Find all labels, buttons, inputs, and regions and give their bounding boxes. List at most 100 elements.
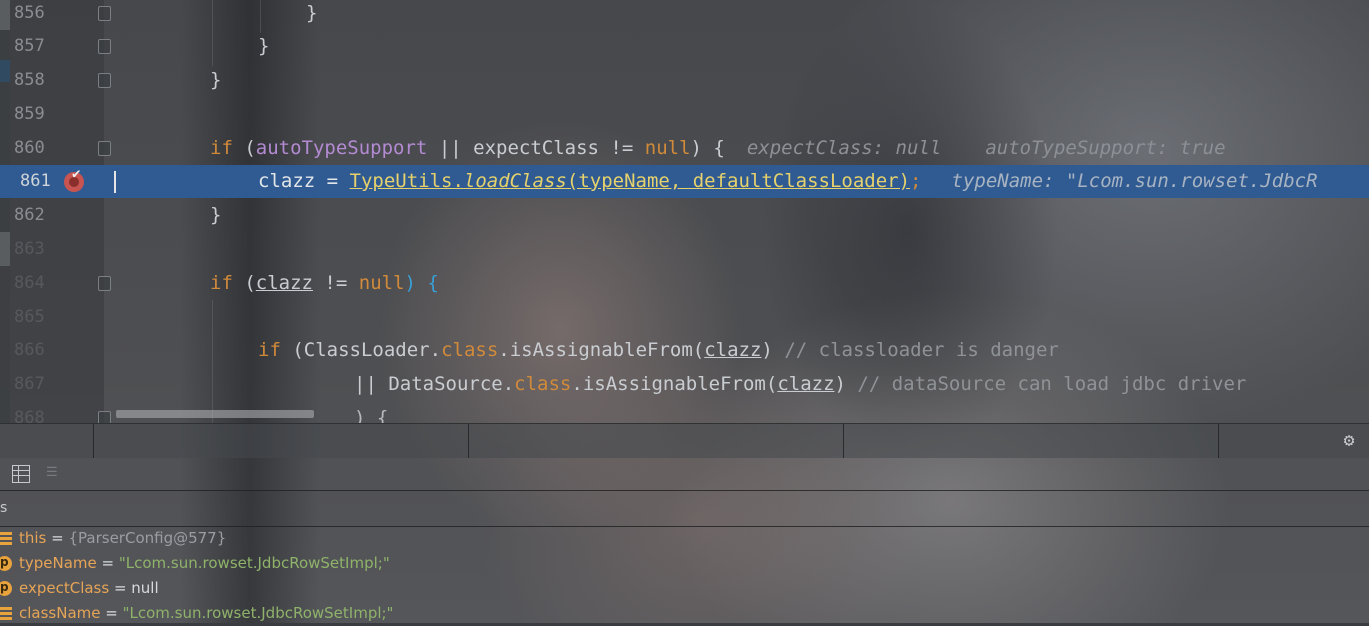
punct: ) xyxy=(834,373,846,395)
field-icon xyxy=(0,531,14,545)
punct: ) xyxy=(761,339,773,361)
variable-name: expectClass = null xyxy=(19,576,159,601)
variable-name: className = "Lcom.sun.rowset.JdbcRowSetI… xyxy=(19,601,393,626)
debugger-toolbar: ⚙ xyxy=(0,423,1369,458)
line-number: 863 xyxy=(14,239,45,259)
class-ref: TypeUtils xyxy=(349,170,453,192)
variable-value: null xyxy=(131,579,159,597)
keyword: class xyxy=(514,373,572,395)
punct: . xyxy=(571,373,583,395)
identifier: autoTypeSupport xyxy=(255,137,428,159)
line-number: 864 xyxy=(14,273,45,293)
fold-marker[interactable] xyxy=(98,141,111,156)
variables-toolbar: ☰ xyxy=(0,458,1369,491)
check-icon: ✔ xyxy=(72,166,81,182)
punct: . xyxy=(429,339,442,361)
operator: || xyxy=(354,373,389,395)
method-ref: loadClass xyxy=(463,170,567,192)
punct: ) { xyxy=(404,272,439,294)
punct: ) { xyxy=(690,137,725,159)
code-line[interactable]: 862 } xyxy=(0,199,1369,232)
operator: != xyxy=(598,137,645,159)
identifier: clazz xyxy=(777,373,835,395)
punct: . xyxy=(452,170,464,192)
line-number: 859 xyxy=(14,104,45,124)
fold-marker[interactable] xyxy=(98,276,111,291)
variable-name: this = {ParserConfig@577} xyxy=(19,526,226,551)
inline-debug-hint: typeName: "Lcom.sun.rowset.JdbcR xyxy=(951,170,1318,192)
code-line[interactable]: 859 xyxy=(0,98,1369,131)
method-ref: isAssignableFrom xyxy=(509,339,693,361)
code-line[interactable]: 864 if (clazz != null) { xyxy=(0,267,1369,300)
class-ref: ClassLoader xyxy=(303,339,430,361)
toolbar-separator xyxy=(468,424,469,458)
fold-marker[interactable] xyxy=(98,39,111,54)
punct: . xyxy=(498,339,510,361)
code-line[interactable]: 860 if (autoTypeSupport || expectClass !… xyxy=(0,132,1369,165)
line-number: 865 xyxy=(14,307,45,327)
punct: ( xyxy=(692,339,705,361)
code-line[interactable]: 857 } xyxy=(0,30,1369,63)
inline-debug-hint: autoTypeSupport: true xyxy=(985,137,1226,159)
code-line[interactable]: 863 xyxy=(0,233,1369,266)
identifier: expectClass xyxy=(473,137,599,159)
variable-name: typeName = "Lcom.sun.rowset.JdbcRowSetIm… xyxy=(19,551,390,576)
code-text: || DataSource.class.isAssignableFrom(cla… xyxy=(354,368,1246,401)
line-number: 862 xyxy=(14,205,45,225)
code-text: if (clazz != null) { xyxy=(210,267,439,300)
toolbar-separator xyxy=(843,424,844,458)
name-text: this xyxy=(19,529,47,547)
class-ref: DataSource xyxy=(388,373,503,395)
list-icon[interactable]: ☰ xyxy=(46,466,62,479)
horizontal-scrollbar[interactable] xyxy=(116,410,314,418)
toolbar-separator xyxy=(1218,424,1219,458)
line-number: 860 xyxy=(14,138,45,158)
identifier: clazz xyxy=(704,339,762,361)
line-number: 861 xyxy=(20,171,51,191)
punct: ( xyxy=(232,137,256,159)
code-line[interactable]: 856 } xyxy=(0,0,1369,30)
panel-label: s xyxy=(0,500,8,516)
operator: || xyxy=(427,137,474,159)
keyword: null xyxy=(644,137,691,159)
inline-debug-hint: expectClass: null xyxy=(746,137,942,159)
method-ref: isAssignableFrom xyxy=(582,373,766,395)
keyword: null xyxy=(358,272,405,294)
keyword: if xyxy=(210,137,233,159)
equals: = xyxy=(96,554,119,572)
punct: ; xyxy=(910,170,922,192)
current-execution-line[interactable]: 861 ✔ clazz = TypeUtils.loadClass(typeNa… xyxy=(0,165,1369,198)
code-text: } xyxy=(210,69,222,91)
gear-icon[interactable]: ⚙ xyxy=(1339,431,1359,451)
code-text: } xyxy=(306,2,318,24)
variable-value: {ParserConfig@577} xyxy=(68,529,227,547)
call-args: (typeName, defaultClassLoader) xyxy=(566,170,911,192)
line-number: 858 xyxy=(14,70,45,90)
keyword: if xyxy=(210,272,233,294)
code-line[interactable]: 865 xyxy=(0,301,1369,334)
toolbar-separator xyxy=(93,424,94,458)
identifier: clazz xyxy=(255,272,313,294)
fold-marker[interactable] xyxy=(98,411,111,423)
table-icon[interactable] xyxy=(12,465,30,483)
code-line[interactable]: 866 if (ClassLoader.class.isAssignableFr… xyxy=(0,334,1369,367)
code-line[interactable]: 858 } xyxy=(0,64,1369,97)
line-number: 857 xyxy=(14,36,45,56)
line-number: 856 xyxy=(14,3,45,23)
fold-marker[interactable] xyxy=(98,6,111,21)
punct: . xyxy=(502,373,515,395)
code-text: clazz = TypeUtils.loadClass(typeName, de… xyxy=(258,165,1318,198)
code-text: if (ClassLoader.class.isAssignableFrom(c… xyxy=(258,334,1059,367)
line-number: 866 xyxy=(14,340,45,360)
equals: = xyxy=(109,579,132,597)
code-text: ) { xyxy=(354,407,389,423)
line-number: 868 xyxy=(14,408,45,423)
code-comment: // dataSource can load jdbc driver xyxy=(845,373,1247,395)
equals: = xyxy=(100,604,123,622)
code-comment: // classloader is danger xyxy=(772,339,1059,361)
fold-marker[interactable] xyxy=(98,73,111,88)
name-text: typeName xyxy=(19,554,97,572)
field-icon xyxy=(0,606,14,620)
code-line[interactable]: 867 || DataSource.class.isAssignableFrom… xyxy=(0,368,1369,401)
name-text: expectClass xyxy=(19,579,110,597)
